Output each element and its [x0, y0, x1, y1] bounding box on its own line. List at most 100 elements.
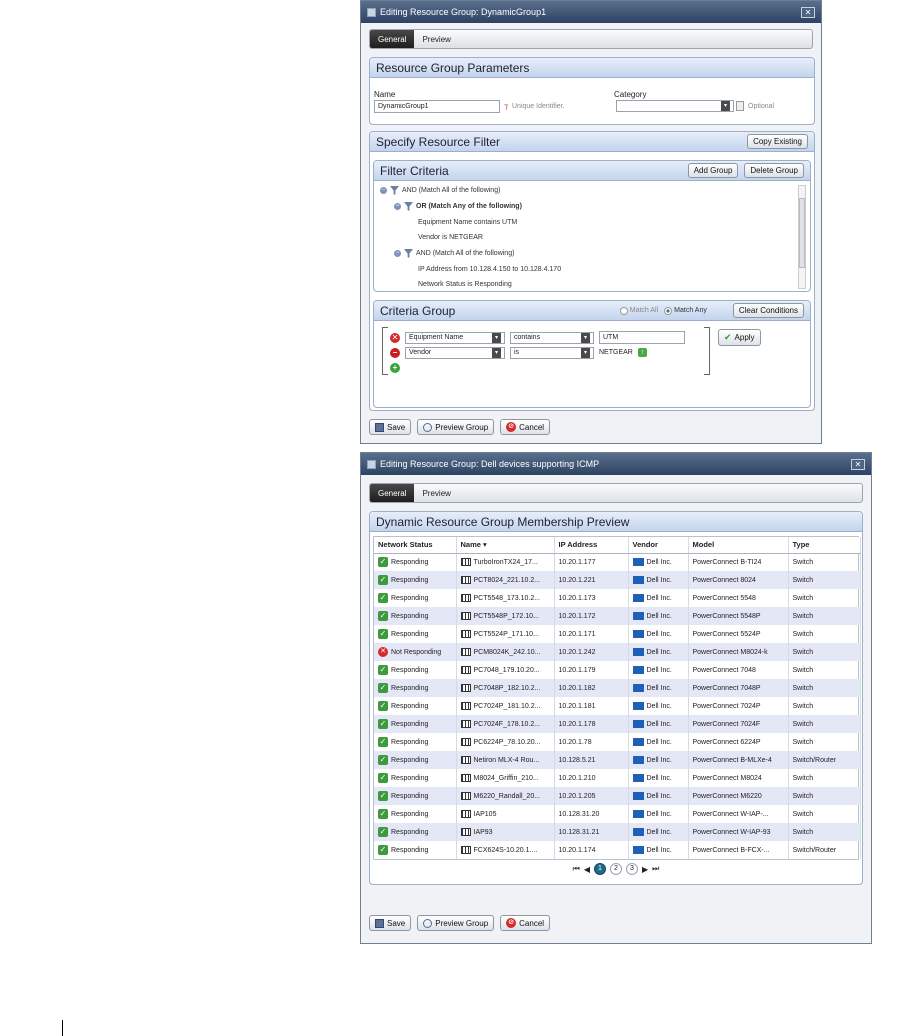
table-row[interactable]: ✓ Responding M6220_Randall_20... 10.20.1.20…	[374, 787, 861, 805]
tab-preview[interactable]: Preview	[414, 30, 458, 48]
column-header-name[interactable]: Name ▾	[456, 537, 555, 554]
table-row[interactable]: ✓ Responding PC7024F_178.10.2... 10.20.1.17…	[374, 715, 861, 733]
column-header-network-status[interactable]: Network Status	[374, 537, 457, 554]
condition-operator-select[interactable]: contains ▾	[510, 331, 594, 344]
table-row[interactable]: ✕ Not Responding PCM8024K_242.10... 10.20.1…	[374, 643, 861, 661]
add-condition-icon[interactable]: +	[390, 362, 400, 373]
dialog-titlebar[interactable]: Editing Resource Group: Dell devices sup…	[361, 453, 871, 475]
apply-button[interactable]: ✔ Apply	[718, 329, 761, 346]
save-button[interactable]: Save	[369, 419, 412, 435]
switch-icon	[460, 792, 471, 800]
column-header-model[interactable]: Model	[688, 537, 789, 554]
column-header-ip-address[interactable]: IP Address	[554, 537, 629, 554]
tree-condition[interactable]: Network Status is Responding	[380, 277, 790, 291]
tree-scrollbar[interactable]	[798, 185, 806, 289]
column-header-type[interactable]: Type	[788, 537, 861, 554]
close-icon[interactable]: ✕	[851, 458, 865, 470]
cell-network-status: ✓ Responding	[374, 787, 457, 805]
close-icon[interactable]: ✕	[801, 6, 815, 18]
remove-condition-icon[interactable]: ✕	[390, 332, 400, 343]
responding-check-icon: ✓	[378, 629, 388, 639]
select-value: contains	[514, 334, 541, 341]
clear-conditions-button[interactable]: Clear Conditions	[732, 303, 804, 318]
panel-title: Criteria Group	[380, 303, 456, 318]
collapse-icon[interactable]: −	[394, 203, 401, 211]
table-row[interactable]: ✓ Responding PCT8024_221.10.2... 10.20.1.22…	[374, 571, 861, 589]
table-row[interactable]: ✓ Responding PC6224P_78.10.20... 10.20.1.78…	[374, 733, 861, 751]
cell-network-status: ✓ Responding	[374, 679, 457, 697]
cell-ip-address: 10.20.1.171	[554, 625, 629, 643]
cell-type: Switch	[788, 625, 861, 643]
device-name: M8024_Griffin_210...	[473, 774, 539, 782]
column-header-vendor[interactable]: Vendor	[628, 537, 689, 554]
table-row[interactable]: ✓ Responding FCX624S-10.20.1.... 10.20.1.17…	[374, 841, 861, 859]
tree-node-and[interactable]: − AND (Match All of the following)	[380, 183, 790, 199]
vendor-text: Dell Inc.	[646, 559, 672, 567]
cell-ip-address: 10.20.1.173	[554, 589, 629, 607]
add-group-button[interactable]: Add Group	[687, 163, 739, 178]
add-value-icon[interactable]: ↑	[637, 348, 647, 357]
tree-label: AND (Match All of the following)	[416, 250, 515, 258]
cell-network-status: ✓ Responding	[374, 715, 457, 733]
cancel-button[interactable]: ⊘ Cancel	[500, 915, 551, 931]
last-page-icon[interactable]: ⏭	[652, 864, 659, 874]
tab-bar: General Preview	[369, 29, 813, 49]
responding-check-icon: ✓	[378, 593, 388, 603]
tree-condition[interactable]: Equipment Name contains UTM	[380, 214, 790, 230]
copy-existing-button[interactable]: Copy Existing	[747, 134, 808, 149]
table-row[interactable]: ✓ Responding PCT5524P_171.10... 10.20.1.171…	[374, 625, 861, 643]
table-row[interactable]: ✓ Responding IAP105 10.128.31.20 Dell Inc. Po…	[374, 805, 861, 823]
condition-field-select[interactable]: Vendor ▾	[405, 346, 505, 359]
condition-field-select[interactable]: Equipment Name ▾	[405, 331, 505, 344]
device-name: PC7048P_182.10.2...	[473, 684, 541, 692]
responding-check-icon: ✓	[378, 809, 388, 819]
preview-group-button[interactable]: Preview Group	[417, 915, 495, 931]
page-button-1[interactable]: 1	[594, 863, 606, 875]
name-input[interactable]	[374, 100, 500, 113]
tab-general[interactable]: General	[370, 484, 415, 502]
match-all-radio[interactable]: Match All	[619, 306, 658, 315]
responding-check-icon: ✓	[378, 611, 388, 621]
category-select[interactable]: ▾	[616, 100, 734, 112]
tree-node-or[interactable]: − OR (Match Any of the following)	[380, 199, 790, 215]
cell-name: PC7024P_181.10.2...	[456, 697, 555, 715]
preview-group-button[interactable]: Preview Group	[417, 419, 495, 435]
save-button[interactable]: Save	[369, 915, 412, 931]
table-row[interactable]: ✓ Responding IAP93 10.128.31.21 Dell Inc. Pow…	[374, 823, 861, 841]
page-button-2[interactable]: 2	[610, 863, 622, 875]
table-row[interactable]: ✓ Responding PCT5548P_172.10... 10.20.1.172…	[374, 607, 861, 625]
prev-page-icon[interactable]: ◀	[584, 865, 590, 874]
table-row[interactable]: ✓ Responding PCT5548_173.10.2... 10.20.1.17…	[374, 589, 861, 607]
table-row[interactable]: ✓ Responding PC7048P_182.10.2... 10.20.1.18…	[374, 679, 861, 697]
clear-icon[interactable]	[736, 101, 744, 111]
criteria-group-panel: Criteria Group Match All Match Any Clear…	[373, 300, 811, 408]
cancel-button[interactable]: ⊘ Cancel	[500, 419, 551, 435]
table-row[interactable]: ✓ Responding TurboIronTX24_17... 10.20.1.17…	[374, 553, 861, 571]
chevron-down-icon: ▾	[492, 347, 501, 358]
condition-value-input[interactable]	[599, 331, 685, 344]
table-row[interactable]: ✓ Responding M8024_Griffin_210... 10.20.1.2…	[374, 769, 861, 787]
page-button-3[interactable]: 3	[626, 863, 638, 875]
cell-type: Switch	[788, 805, 861, 823]
table-row[interactable]: ✓ Responding Netiron MLX-4 Rou... 10.128.5.…	[374, 751, 861, 769]
tree-node-and[interactable]: − AND (Match All of the following)	[380, 246, 790, 262]
next-page-icon[interactable]: ▶	[642, 865, 648, 874]
table-row[interactable]: ✓ Responding PC7048_179.10.20... 10.20.1.17…	[374, 661, 861, 679]
delete-group-button[interactable]: Delete Group	[744, 163, 804, 178]
remove-condition-icon[interactable]: −	[390, 347, 400, 358]
match-any-radio[interactable]: Match Any	[664, 306, 707, 315]
cell-type: Switch	[788, 679, 861, 697]
tab-preview[interactable]: Preview	[414, 484, 458, 502]
cell-ip-address: 10.20.1.172	[554, 607, 629, 625]
table-row[interactable]: ✓ Responding PC7024P_181.10.2... 10.20.1.18…	[374, 697, 861, 715]
first-page-icon[interactable]: ⏮	[573, 864, 580, 874]
tree-condition[interactable]: IP Address from 10.128.4.150 to 10.128.4…	[380, 261, 790, 277]
collapse-icon[interactable]: −	[394, 250, 401, 258]
tree-condition[interactable]: Vendor is NETGEAR	[380, 230, 790, 246]
cell-vendor: Dell Inc.	[628, 553, 689, 571]
dialog-titlebar[interactable]: Editing Resource Group: DynamicGroup1 ✕	[361, 1, 821, 23]
collapse-icon[interactable]: −	[380, 187, 387, 195]
tab-general[interactable]: General	[370, 30, 415, 48]
responding-check-icon: ✓	[378, 827, 388, 837]
condition-operator-select[interactable]: is ▾	[510, 346, 594, 359]
